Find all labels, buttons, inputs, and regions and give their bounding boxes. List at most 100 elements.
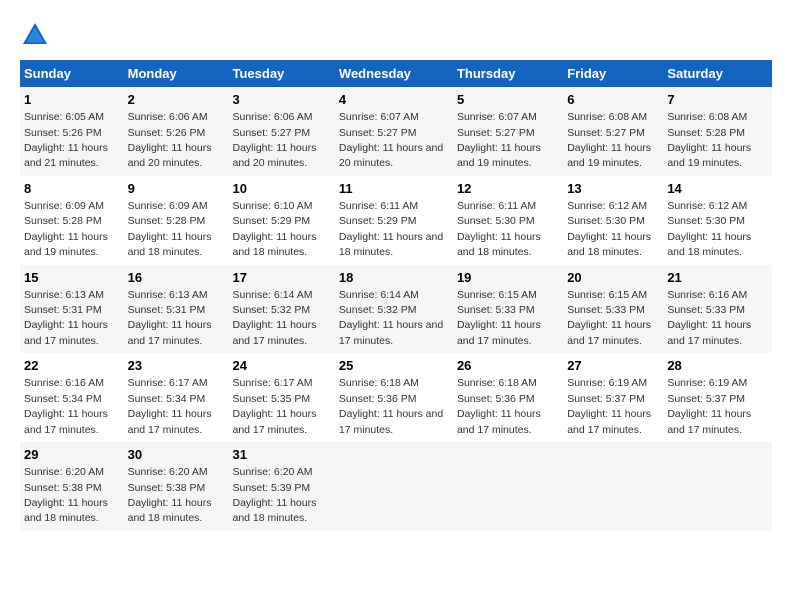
calendar-cell [663,442,772,531]
day-number: 12 [457,180,559,198]
daylight-text: Daylight: 11 hours and 17 minutes. [567,408,651,435]
day-number: 30 [128,446,225,464]
calendar-cell: 18 Sunrise: 6:14 AM Sunset: 5:32 PM Dayl… [335,265,453,354]
calendar-cell: 16 Sunrise: 6:13 AM Sunset: 5:31 PM Dayl… [124,265,229,354]
sunset-text: Sunset: 5:35 PM [233,393,311,405]
sunrise-text: Sunrise: 6:11 AM [339,200,418,212]
daylight-text: Daylight: 11 hours and 20 minutes. [128,142,212,169]
sunset-text: Sunset: 5:36 PM [457,393,535,405]
daylight-text: Daylight: 11 hours and 19 minutes. [24,231,108,258]
logo-icon [20,20,50,50]
sunset-text: Sunset: 5:37 PM [667,393,745,405]
daylight-text: Daylight: 11 hours and 19 minutes. [567,142,651,169]
daylight-text: Daylight: 11 hours and 17 minutes. [128,319,212,346]
calendar-cell: 11 Sunrise: 6:11 AM Sunset: 5:29 PM Dayl… [335,176,453,265]
day-number: 3 [233,91,331,109]
day-number: 10 [233,180,331,198]
calendar-cell: 1 Sunrise: 6:05 AM Sunset: 5:26 PM Dayli… [20,87,124,176]
day-number: 24 [233,357,331,375]
sunset-text: Sunset: 5:34 PM [128,393,206,405]
sunset-text: Sunset: 5:26 PM [24,127,102,139]
daylight-text: Daylight: 11 hours and 18 minutes. [233,231,317,258]
day-number: 29 [24,446,120,464]
calendar-cell: 26 Sunrise: 6:18 AM Sunset: 5:36 PM Dayl… [453,353,563,442]
header-monday: Monday [124,60,229,87]
week-row-4: 22 Sunrise: 6:16 AM Sunset: 5:34 PM Dayl… [20,353,772,442]
daylight-text: Daylight: 11 hours and 17 minutes. [667,408,751,435]
sunrise-text: Sunrise: 6:14 AM [339,289,419,301]
day-number: 11 [339,180,449,198]
calendar-cell: 14 Sunrise: 6:12 AM Sunset: 5:30 PM Dayl… [663,176,772,265]
header-wednesday: Wednesday [335,60,453,87]
day-number: 9 [128,180,225,198]
sunrise-text: Sunrise: 6:07 AM [339,111,419,123]
daylight-text: Daylight: 11 hours and 17 minutes. [24,319,108,346]
day-number: 4 [339,91,449,109]
sunset-text: Sunset: 5:33 PM [457,304,535,316]
daylight-text: Daylight: 11 hours and 17 minutes. [457,408,541,435]
sunrise-text: Sunrise: 6:08 AM [567,111,647,123]
day-number: 31 [233,446,331,464]
sunset-text: Sunset: 5:28 PM [24,215,102,227]
calendar-cell: 25 Sunrise: 6:18 AM Sunset: 5:36 PM Dayl… [335,353,453,442]
calendar-cell: 10 Sunrise: 6:10 AM Sunset: 5:29 PM Dayl… [229,176,335,265]
sunset-text: Sunset: 5:31 PM [24,304,102,316]
sunset-text: Sunset: 5:36 PM [339,393,417,405]
sunset-text: Sunset: 5:34 PM [24,393,102,405]
calendar-cell: 5 Sunrise: 6:07 AM Sunset: 5:27 PM Dayli… [453,87,563,176]
sunset-text: Sunset: 5:30 PM [457,215,535,227]
calendar-cell: 23 Sunrise: 6:17 AM Sunset: 5:34 PM Dayl… [124,353,229,442]
daylight-text: Daylight: 11 hours and 17 minutes. [24,408,108,435]
calendar-cell: 13 Sunrise: 6:12 AM Sunset: 5:30 PM Dayl… [563,176,663,265]
sunrise-text: Sunrise: 6:17 AM [128,377,208,389]
sunrise-text: Sunrise: 6:09 AM [24,200,104,212]
daylight-text: Daylight: 11 hours and 17 minutes. [233,408,317,435]
daylight-text: Daylight: 11 hours and 17 minutes. [457,319,541,346]
sunrise-text: Sunrise: 6:11 AM [457,200,536,212]
day-number: 20 [567,269,659,287]
calendar-cell: 20 Sunrise: 6:15 AM Sunset: 5:33 PM Dayl… [563,265,663,354]
daylight-text: Daylight: 11 hours and 21 minutes. [24,142,108,169]
day-number: 19 [457,269,559,287]
day-number: 6 [567,91,659,109]
daylight-text: Daylight: 11 hours and 18 minutes. [24,497,108,524]
header-sunday: Sunday [20,60,124,87]
sunset-text: Sunset: 5:33 PM [667,304,745,316]
day-number: 21 [667,269,768,287]
sunset-text: Sunset: 5:27 PM [567,127,645,139]
sunset-text: Sunset: 5:30 PM [667,215,745,227]
calendar-cell: 7 Sunrise: 6:08 AM Sunset: 5:28 PM Dayli… [663,87,772,176]
sunset-text: Sunset: 5:38 PM [128,482,206,494]
sunrise-text: Sunrise: 6:20 AM [128,466,208,478]
day-number: 22 [24,357,120,375]
sunrise-text: Sunrise: 6:12 AM [667,200,747,212]
sunrise-text: Sunrise: 6:06 AM [128,111,208,123]
daylight-text: Daylight: 11 hours and 18 minutes. [457,231,541,258]
calendar-cell: 17 Sunrise: 6:14 AM Sunset: 5:32 PM Dayl… [229,265,335,354]
calendar-cell [453,442,563,531]
daylight-text: Daylight: 11 hours and 18 minutes. [667,231,751,258]
week-row-3: 15 Sunrise: 6:13 AM Sunset: 5:31 PM Dayl… [20,265,772,354]
sunset-text: Sunset: 5:30 PM [567,215,645,227]
day-number: 25 [339,357,449,375]
sunrise-text: Sunrise: 6:06 AM [233,111,313,123]
sunrise-text: Sunrise: 6:12 AM [567,200,647,212]
calendar-cell: 24 Sunrise: 6:17 AM Sunset: 5:35 PM Dayl… [229,353,335,442]
day-number: 14 [667,180,768,198]
sunset-text: Sunset: 5:27 PM [339,127,417,139]
calendar-cell: 22 Sunrise: 6:16 AM Sunset: 5:34 PM Dayl… [20,353,124,442]
calendar-cell: 30 Sunrise: 6:20 AM Sunset: 5:38 PM Dayl… [124,442,229,531]
day-number: 26 [457,357,559,375]
daylight-text: Daylight: 11 hours and 18 minutes. [567,231,651,258]
header-thursday: Thursday [453,60,563,87]
header-tuesday: Tuesday [229,60,335,87]
day-number: 1 [24,91,120,109]
calendar-cell: 3 Sunrise: 6:06 AM Sunset: 5:27 PM Dayli… [229,87,335,176]
sunset-text: Sunset: 5:38 PM [24,482,102,494]
calendar-cell [563,442,663,531]
sunrise-text: Sunrise: 6:15 AM [567,289,647,301]
sunrise-text: Sunrise: 6:07 AM [457,111,537,123]
daylight-text: Daylight: 11 hours and 17 minutes. [128,408,212,435]
day-number: 16 [128,269,225,287]
page-header [20,20,772,50]
